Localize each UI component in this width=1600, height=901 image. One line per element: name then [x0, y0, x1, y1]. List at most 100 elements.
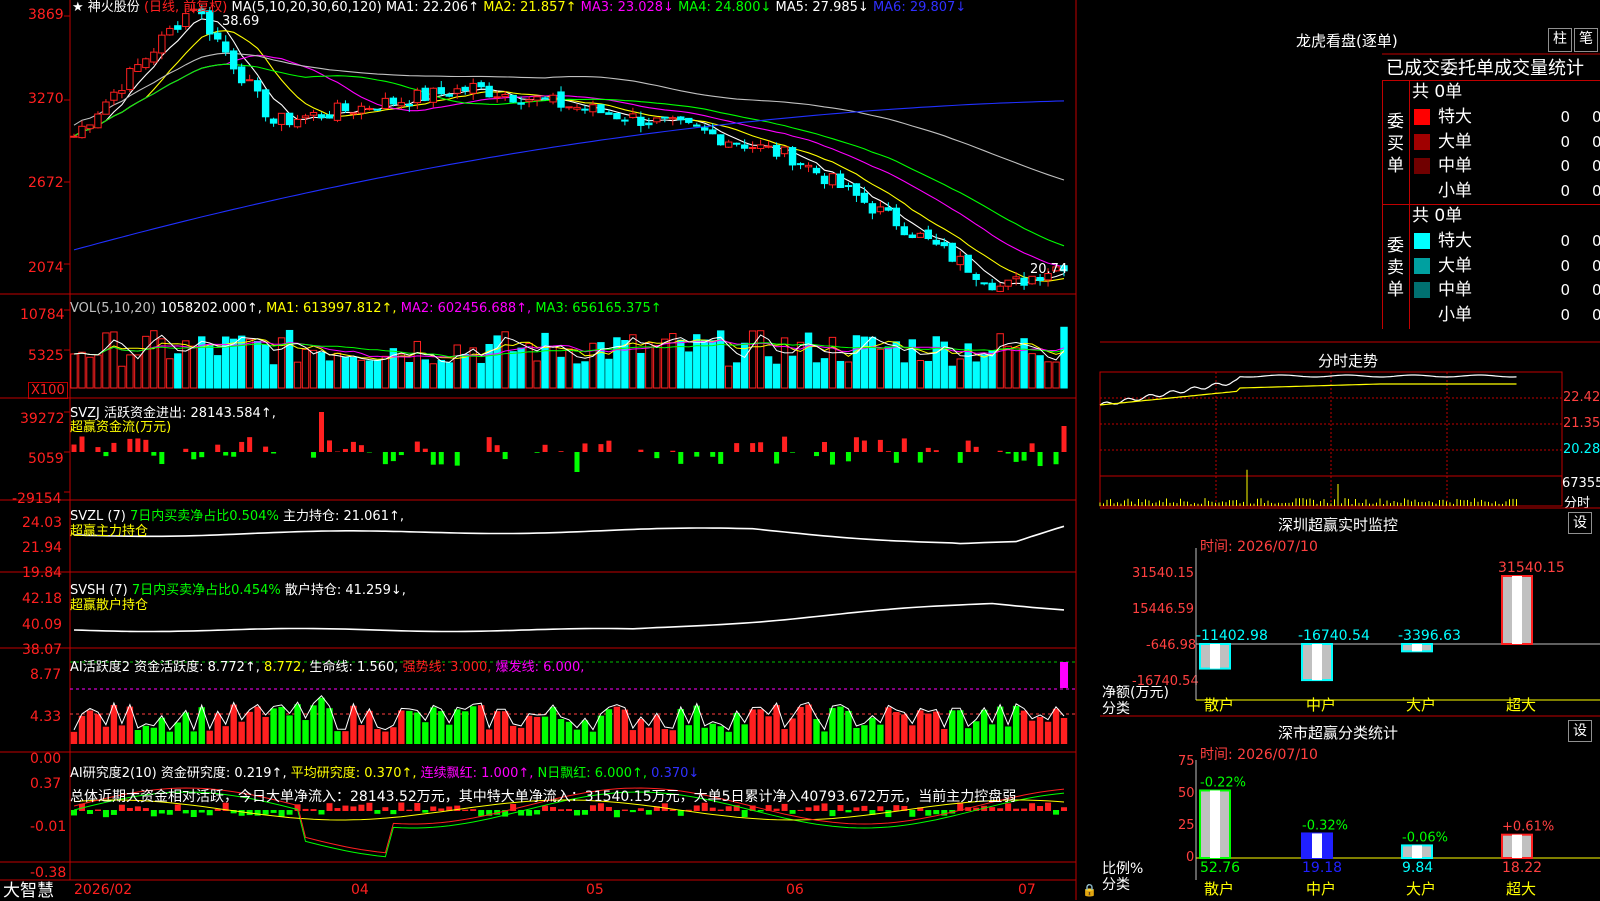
sell-row-0: 特大00%: [1410, 229, 1600, 253]
research-bar: [263, 810, 269, 815]
left-chart-area[interactable]: ★ 神火股份 (日线, 前复权) MA(5,10,20,30,60,120) M…: [0, 0, 1078, 900]
svzj-header: SVZJ 活跃资金进出: 28143.584↑,: [70, 406, 276, 421]
activity-bar: [646, 728, 652, 744]
fundflow-bar: [359, 445, 364, 452]
candle-body: [87, 125, 93, 129]
volume-bar: [143, 336, 149, 388]
tick-view-button[interactable]: 笔: [1574, 28, 1598, 52]
candle-body: [119, 91, 125, 94]
research-bar: [790, 810, 796, 814]
candle-body: [127, 69, 133, 90]
svsh-axis-2: 38.07: [22, 643, 62, 658]
buy-row-3: 小单00%: [1410, 179, 1600, 203]
fundflow-bar: [439, 452, 444, 464]
candle-body: [941, 243, 947, 246]
volume-bar: [262, 345, 268, 388]
brand-label: 大智慧: [3, 882, 54, 900]
research-bar: [303, 809, 309, 811]
activity-bar: [965, 728, 971, 744]
fundflow-bar: [934, 450, 939, 452]
research-bar: [103, 810, 109, 817]
sell-section: 委 卖 单 共 0单 特大00%大单00%中单00%小单00%: [1382, 204, 1600, 329]
activity-bar: [438, 711, 444, 744]
buy-section: 委 买 单 共 0单 特大00%大单00%中单00%小单00%: [1382, 80, 1600, 205]
buy-pct: 0%: [1592, 154, 1600, 178]
buy-swatch: [1414, 158, 1430, 174]
volume-bar: [542, 333, 548, 388]
sell-swatch: [1414, 233, 1430, 249]
volume-bar: [414, 341, 420, 388]
buy-vertical-label: 委 买 单: [1387, 111, 1407, 177]
research-bar: [358, 805, 364, 811]
candle-body: [342, 104, 348, 111]
candle-body: [590, 105, 596, 112]
buy-swatch: [1414, 134, 1430, 150]
volume-bar: [87, 357, 93, 388]
volume-bar: [582, 362, 588, 388]
fundflow-bar: [343, 449, 348, 452]
svzj-axis-2: -29154: [12, 492, 62, 507]
monitor-settings-button[interactable]: 设: [1568, 512, 1592, 534]
volume-bar: [398, 354, 404, 388]
research-bar: [694, 805, 700, 811]
candle-body: [430, 88, 436, 102]
research-bar: [271, 810, 277, 813]
fundflow-bar: [319, 412, 324, 452]
activity-bar: [262, 717, 268, 744]
activity-bar: [805, 705, 811, 744]
stats-axis-2: 25: [1178, 818, 1195, 833]
activity-bar: [558, 719, 564, 744]
volume-bar: [127, 355, 133, 388]
activity-bar: [462, 711, 468, 744]
period-label[interactable]: (日线, 前复权): [144, 0, 227, 15]
activity-bar: [702, 728, 708, 744]
volume-bar: [175, 354, 181, 388]
ai1-axis-0: 8.77: [30, 668, 61, 683]
activity-bar: [238, 722, 244, 744]
candle-body: [845, 186, 851, 187]
fundflow-bar: [926, 448, 931, 452]
candle-body: [246, 80, 252, 81]
volume-bar: [757, 331, 763, 388]
research-bar: [183, 810, 189, 813]
volume-bar: [215, 356, 221, 388]
high-price-mark: 38.69: [222, 14, 259, 29]
volume-bar: [949, 366, 955, 388]
volume-bar: [893, 342, 899, 388]
activity-bar: [87, 710, 93, 744]
activity-bar: [175, 722, 181, 744]
volume-bar: [430, 364, 436, 388]
volume-bar: [95, 355, 101, 388]
volume-bar: [358, 360, 364, 388]
fundflow-bar: [415, 442, 420, 452]
fundflow-bar: [135, 438, 140, 452]
activity-bar: [310, 705, 316, 744]
price-chart-svg[interactable]: [0, 0, 1078, 900]
research-bar: [829, 810, 835, 816]
candle-body: [159, 35, 165, 53]
activity-bar: [1037, 717, 1043, 744]
research-bar: [718, 810, 724, 811]
stats-settings-button[interactable]: 设: [1568, 720, 1592, 742]
activity-bar: [207, 731, 213, 744]
vol-unit-badge[interactable]: X100: [28, 382, 68, 399]
star-icon[interactable]: ★: [72, 0, 84, 15]
research-bar: [406, 810, 412, 811]
date-label-2: 05: [586, 883, 604, 898]
vol-header: VOL(5,10,20) 1058202.000↑, MA1: 613997.8…: [70, 301, 662, 316]
fundflow-bar: [998, 451, 1003, 452]
candle-body: [478, 83, 484, 87]
activity-bar: [550, 707, 556, 744]
activity-bar: [925, 713, 931, 744]
candle-body: [222, 42, 228, 52]
fundflow-bar: [79, 437, 84, 452]
research-bar: [638, 808, 644, 811]
candle-body: [95, 114, 101, 128]
bar-view-button[interactable]: 柱: [1548, 28, 1572, 52]
sell-count: 0: [1540, 254, 1570, 278]
lock-icon[interactable]: 🔒: [1082, 883, 1097, 898]
research-bar: [159, 810, 165, 813]
research-bar: [814, 805, 820, 811]
fundflow-bar: [351, 442, 356, 452]
activity-bar: [1053, 709, 1059, 744]
